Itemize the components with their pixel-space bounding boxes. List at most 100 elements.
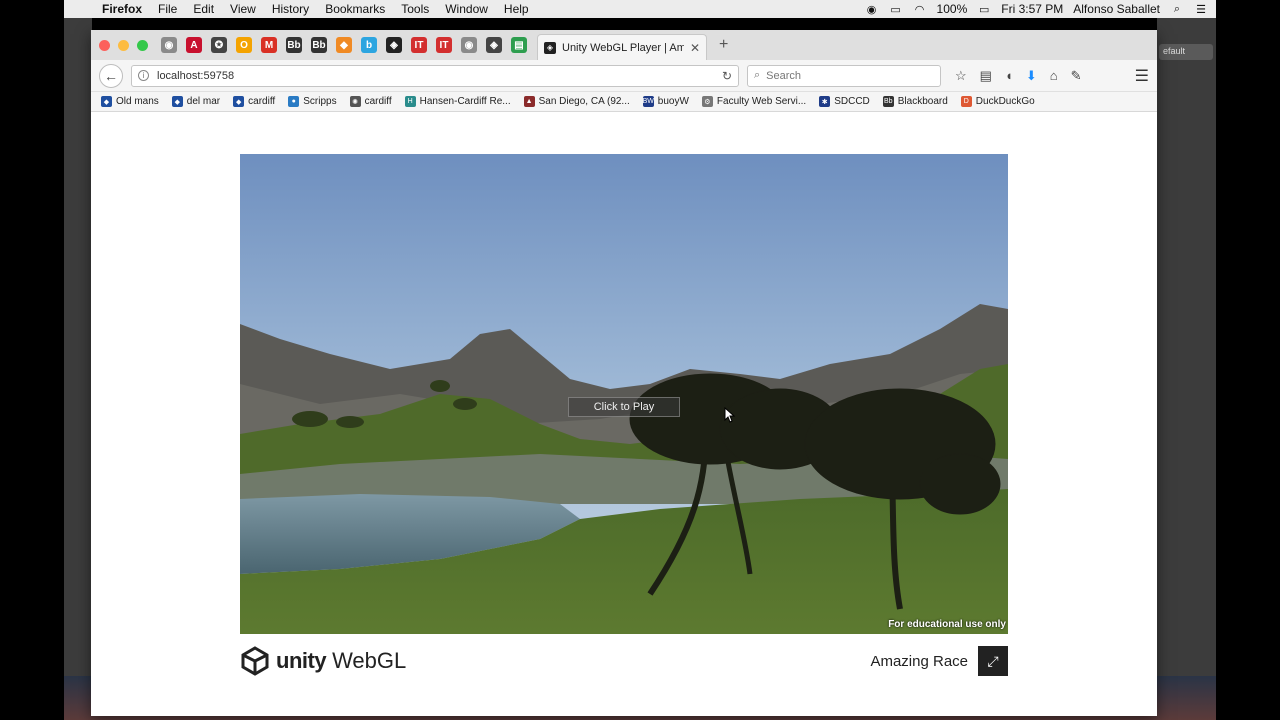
airplay-icon[interactable]: ▭ [889, 3, 903, 16]
battery-percent: 100% [936, 2, 968, 16]
bookmark-item[interactable]: ▲ San Diego, CA (92... [523, 96, 630, 107]
menu-app[interactable]: Firefox [94, 2, 150, 16]
it2-icon[interactable]: IT [436, 37, 452, 53]
bb-icon[interactable]: Bb [286, 37, 302, 53]
tab-bar: ◉ A ✪ O M Bb Bb ◆ b ◈ IT IT ◉ ◈ ▤ ◈ Unity WebGL Player… [91, 30, 1157, 60]
bookmark-label: del mar [186, 96, 221, 107]
notification-center-icon[interactable]: ☰ [1194, 3, 1208, 16]
hamburger-menu-icon[interactable]: ☰ [1135, 66, 1149, 86]
active-tab[interactable]: ◈ Unity WebGL Player | Amaz... ✕ [537, 34, 707, 60]
bookmark-item[interactable]: BW buoyW [643, 96, 689, 107]
bookmark-label: buoyW [657, 96, 689, 107]
bag-icon[interactable]: ◆ [336, 37, 352, 53]
search-bar[interactable]: ⌕ Search [747, 64, 941, 87]
bookmark-star-icon[interactable]: ☆ [955, 68, 967, 84]
bookmark-label: cardiff [364, 96, 392, 107]
menu-tools[interactable]: Tools [393, 2, 437, 16]
game-title: Amazing Race [870, 652, 968, 670]
unity-game-canvas[interactable]: Click to Play For educational use only [240, 154, 1008, 634]
bookmarks-menu-icon[interactable]: ▤ [980, 68, 992, 84]
site-info-icon[interactable]: i [138, 70, 149, 81]
bookmark-item[interactable]: ● Scripps [288, 96, 337, 107]
menu-bookmarks[interactable]: Bookmarks [317, 2, 393, 16]
menubar-user[interactable]: Alfonso Saballet [1073, 2, 1160, 16]
spotlight-icon[interactable]: ⌕ [1170, 3, 1184, 15]
red-a-icon[interactable]: A [186, 37, 202, 53]
globe2-icon[interactable]: ◉ [461, 37, 477, 53]
menu-help[interactable]: Help [496, 2, 537, 16]
bookmark-favicon-icon: D [960, 96, 972, 107]
menubar-clock[interactable]: Fri 3:57 PM [1001, 2, 1063, 16]
mac-menubar: Firefox File Edit View History Bookmarks… [64, 0, 1216, 18]
menu-file[interactable]: File [150, 2, 185, 16]
menu-window[interactable]: Window [437, 2, 496, 16]
bookmark-favicon-icon: Bb [882, 96, 894, 107]
bookmark-favicon-icon: H [404, 96, 416, 107]
unity-icon[interactable]: ◈ [386, 37, 402, 53]
bookmark-item[interactable]: ✱ SDCCD [819, 96, 870, 107]
close-window-button[interactable] [99, 39, 110, 51]
close-tab-icon[interactable]: ✕ [690, 41, 700, 55]
wifi-icon[interactable]: ◠ [913, 3, 927, 16]
menubar-status: ◉ ▭ ◠ 100% ▭ Fri 3:57 PM Alfonso Saballe… [865, 2, 1216, 16]
bookmark-item[interactable]: ◆ cardiff [233, 96, 275, 107]
bb2-icon[interactable]: Bb [311, 37, 327, 53]
home-icon[interactable]: ⌂ [1050, 68, 1058, 83]
unity2-icon[interactable]: ◈ [486, 37, 502, 53]
game-scene [240, 154, 1008, 634]
swirl-icon[interactable]: ✪ [211, 37, 227, 53]
fullscreen-icon: ⤢ [987, 652, 999, 669]
new-tab-button[interactable]: + [719, 36, 728, 54]
bookmark-item[interactable]: Bb Blackboard [882, 96, 948, 107]
unity-wordmark: unity [276, 648, 327, 673]
globe-icon[interactable]: ◉ [161, 37, 177, 53]
webgl-footer: unity WebGL Amazing Race ⤢ [240, 644, 1008, 678]
zoom-window-button[interactable] [137, 39, 148, 51]
b-icon[interactable]: b [361, 37, 377, 53]
menu-history[interactable]: History [264, 2, 317, 16]
click-to-play-button[interactable]: Click to Play [568, 397, 680, 417]
menu-edit[interactable]: Edit [185, 2, 222, 16]
record-icon[interactable]: ◉ [865, 3, 879, 16]
it-icon[interactable]: IT [411, 37, 427, 53]
bookmark-label: Old mans [116, 96, 159, 107]
bookmark-label: Hansen-Cardiff Re... [419, 96, 511, 107]
orange-o-icon[interactable]: O [236, 37, 252, 53]
bookmark-favicon-icon: ● [288, 96, 300, 107]
extension-icon[interactable]: ✎ [1071, 68, 1082, 84]
downloads-icon[interactable]: ⬇ [1026, 68, 1037, 84]
layout-dropdown[interactable]: efault [1159, 44, 1213, 60]
search-placeholder: Search [766, 69, 802, 82]
minimize-window-button[interactable] [118, 39, 129, 51]
fullscreen-button[interactable]: ⤢ [978, 646, 1008, 676]
bookmark-favicon-icon: ◆ [101, 96, 112, 107]
bookmark-item[interactable]: ◆ Old mans [101, 96, 159, 107]
url-text[interactable]: localhost:59758 [157, 70, 714, 82]
educational-watermark: For educational use only [888, 619, 1006, 630]
bookmark-favicon-icon: ◆ [171, 96, 183, 107]
sheet-icon[interactable]: ▤ [511, 37, 527, 53]
bookmark-item[interactable]: ✺ cardiff [349, 96, 392, 107]
bookmark-item[interactable]: ◆ del mar [171, 96, 221, 107]
active-tab-title: Unity WebGL Player | Amaz... [562, 41, 684, 54]
menu-view[interactable]: View [222, 2, 264, 16]
bookmark-item[interactable]: D DuckDuckGo [960, 96, 1035, 107]
gmail-icon[interactable]: M [261, 37, 277, 53]
search-icon: ⌕ [754, 69, 761, 81]
bookmark-favicon-icon: ✱ [819, 96, 831, 107]
bookmark-label: SDCCD [834, 96, 870, 107]
screen: Firefox File Edit View History Bookmarks… [0, 0, 1280, 720]
toolbar-icons: ☆ ▤ ◖ ⬇ ⌂ ✎ [955, 68, 1081, 84]
nav-bar: ← i localhost:59758 ↻ ⌕ Search ☆ ▤ ◖ ⬇ ⌂… [91, 60, 1157, 92]
page-content: Click to Play For educational use only u… [91, 112, 1157, 716]
battery-icon[interactable]: ▭ [977, 3, 991, 16]
url-bar[interactable]: i localhost:59758 ↻ [131, 64, 739, 87]
bookmark-favicon-icon: ▲ [523, 96, 535, 107]
bookmark-favicon-icon: ◆ [233, 96, 245, 107]
reload-icon[interactable]: ↻ [722, 69, 732, 83]
bookmark-item[interactable]: ⚙ Faculty Web Servi... [701, 96, 806, 107]
pocket-icon[interactable]: ◖ [1005, 68, 1013, 83]
unity-editor-right-panel: efault [1157, 18, 1216, 720]
bookmark-item[interactable]: H Hansen-Cardiff Re... [404, 96, 511, 107]
back-button[interactable]: ← [99, 63, 123, 88]
